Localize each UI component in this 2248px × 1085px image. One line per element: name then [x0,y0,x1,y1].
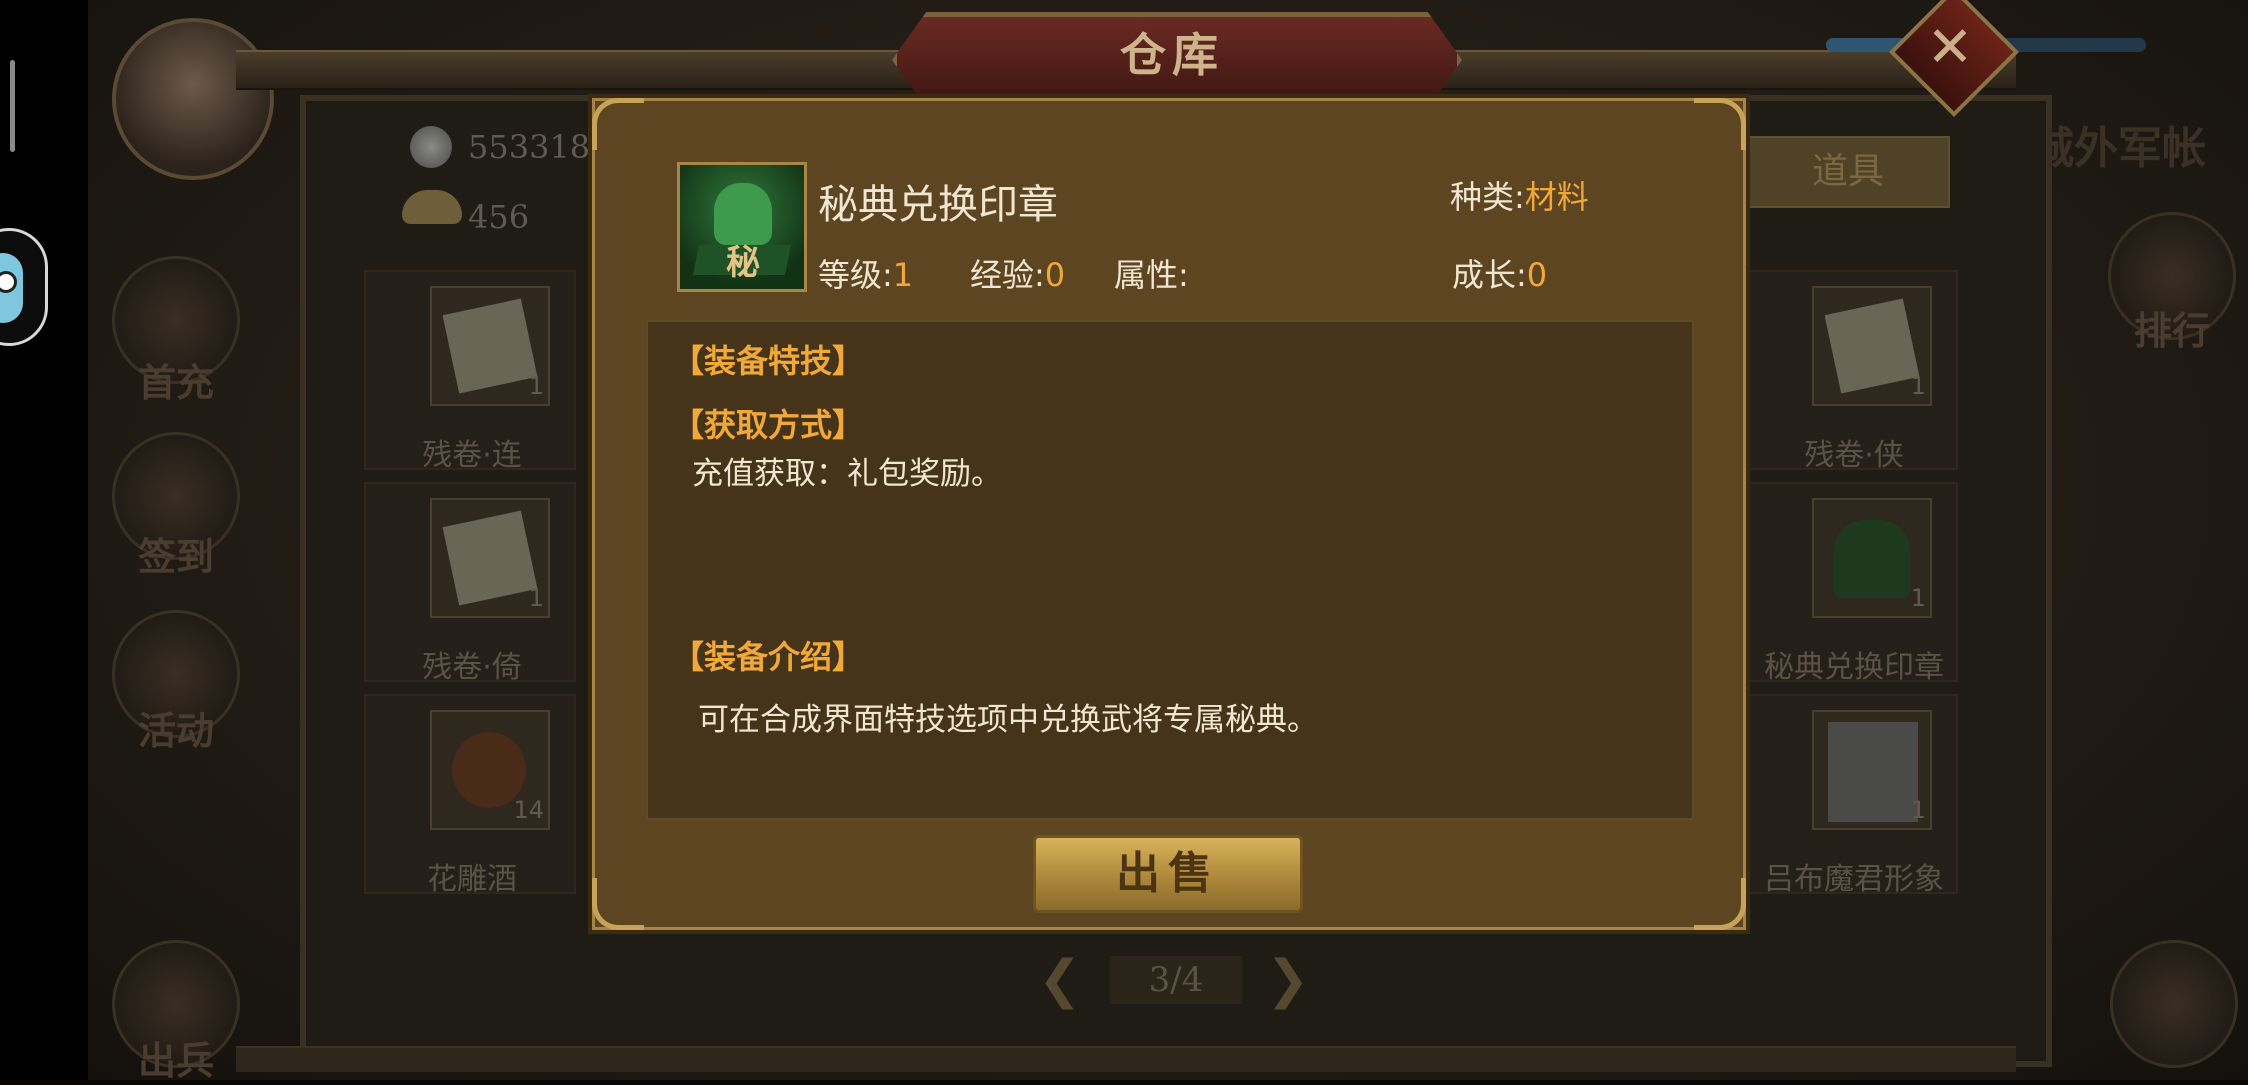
dispatch-label: 出兵 [137,1039,214,1083]
grid-item[interactable]: 1 秘典兑换印章 [1746,482,1958,685]
item-name: 残卷·连 [422,438,522,473]
ranking-label: 排行 [2133,309,2210,353]
corner-ornament [1694,878,1746,930]
system-side-strip [0,0,88,1080]
level-label: 等级: [818,256,893,294]
exp-value: 0 [1044,256,1066,294]
armor-figure-icon: 1 [1812,710,1932,830]
player-avatar[interactable] [112,18,274,180]
seal-item-icon: 秘 [677,162,807,292]
item-name: 残卷·倚 [422,650,522,685]
item-count: 1 [1910,372,1926,400]
item-count: 14 [513,796,544,824]
growth-value: 0 [1526,256,1548,294]
corner-ornament [592,878,644,930]
wine-jar-icon: 14 [430,710,550,830]
assistant-float-ball-icon[interactable] [0,228,48,346]
prev-page-arrow-icon[interactable]: ❮ [1038,952,1082,1008]
grid-item[interactable]: 1 残卷·侠 [1746,270,1958,473]
scroll-icon: 1 [430,286,550,406]
seal-icon: 1 [1812,498,1932,618]
gesture-handle[interactable] [10,60,15,152]
item-name: 花雕酒 [427,862,517,897]
type-value: 材料 [1524,178,1589,216]
level-value: 1 [892,256,914,294]
seal-glyph: 秘 [726,243,760,283]
growth-label: 成长: [1452,256,1527,294]
item-count: 1 [1910,796,1926,824]
grid-item[interactable]: 1 残卷·连 [364,270,576,473]
scroll-icon: 1 [430,498,550,618]
activity-label: 活动 [137,709,214,753]
grid-item[interactable]: 14 花雕酒 [364,694,576,897]
scroll-icon: 1 [1812,286,1932,406]
item-name: 秘典兑换印章 [1764,650,1944,685]
next-page-arrow-icon[interactable]: ❯ [1266,952,1310,1008]
grid-item[interactable]: 1 吕布魔君形象 [1746,694,1958,897]
ingot-icon [402,190,462,224]
ingot-amount: 456 [468,198,530,236]
corner-ornament [592,98,644,150]
item-title: 秘典兑换印章 [818,182,1058,228]
coin-amount: 553318 [468,128,591,166]
close-x-icon[interactable]: ✕ [1908,6,1992,90]
item-count: 1 [528,584,544,612]
intro-text: 可在合成界面特技选项中兑换武将专属秘典。 [698,702,1318,738]
item-name: 吕布魔君形象 [1764,862,1944,897]
exp-field: 经验:0 [970,250,1065,296]
page-indicator: 3/4 [1110,956,1242,1004]
growth-field: 成长:0 [1452,250,1547,296]
grid-item[interactable]: 1 残卷·倚 [364,482,576,685]
tab-items-label: 道具 [1811,151,1884,192]
sign-in-label: 签到 [137,535,214,579]
section-obtain-title: 【获取方式】 [672,406,865,444]
item-count: 1 [528,372,544,400]
corner-ornament [1694,98,1746,150]
type-field: 种类:材料 [1450,172,1589,218]
item-count: 1 [1910,584,1926,612]
item-name: 残卷·侠 [1804,438,1904,473]
sell-button[interactable] [1033,835,1303,913]
type-label: 种类: [1450,178,1525,216]
section-intro-title: 【装备介绍】 [672,638,865,676]
window-title: 仓库 [1120,28,1224,82]
coin-icon [410,126,452,168]
exp-label: 经验: [970,256,1045,294]
first-charge-label: 首充 [137,361,214,405]
attr-label: 属性: [1114,256,1189,294]
menu-button[interactable] [2110,940,2238,1068]
camp-label[interactable]: 城外军帐 [2030,112,2206,176]
section-skill-title: 【装备特技】 [672,342,865,380]
description-panel [646,320,1694,820]
warehouse-bottom-bar [236,1046,2016,1072]
level-field: 等级:1 [818,250,913,296]
obtain-text: 充值获取：礼包奖励。 [692,456,1002,492]
